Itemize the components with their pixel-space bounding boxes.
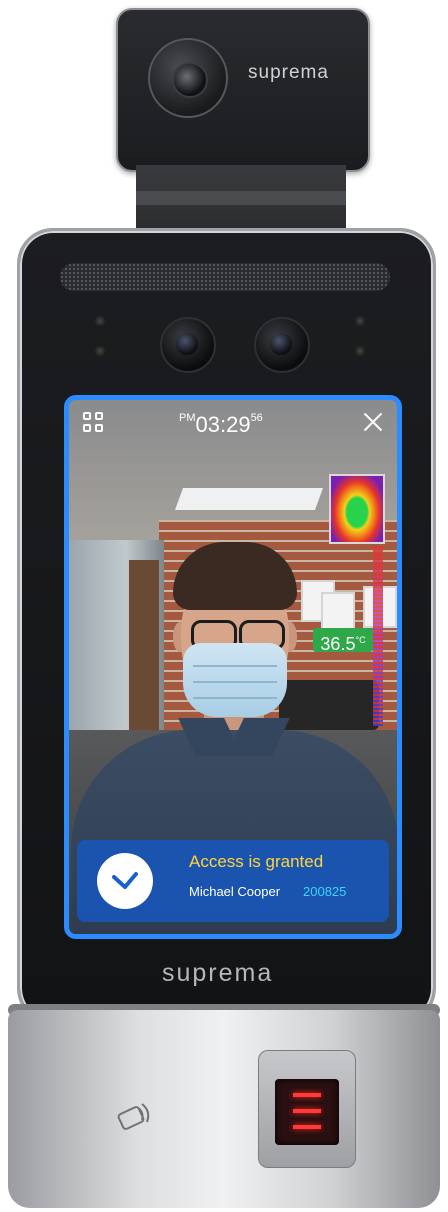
user-name: Michael Cooper (189, 884, 281, 899)
temperature-unit: °C (355, 635, 366, 645)
fingerprint-scanner[interactable] (258, 1050, 356, 1168)
close-icon[interactable] (363, 412, 383, 432)
thermal-image-preview (329, 474, 385, 544)
thermal-camera-lens (148, 38, 228, 118)
ir-led (354, 315, 366, 327)
person-face-mask (183, 643, 287, 717)
face-camera-lens-right (254, 317, 310, 373)
scene-door (129, 560, 159, 730)
ir-led (94, 315, 106, 327)
device-base (8, 1010, 440, 1208)
stem-stripe (136, 191, 346, 205)
temperature-badge: 36.5°C (313, 628, 373, 654)
check-icon (97, 853, 153, 909)
device-brand-logo: suprema (162, 959, 274, 987)
scene-ceiling-light (174, 488, 324, 510)
lens-core (172, 62, 208, 98)
temperature-scale (373, 546, 383, 726)
access-status: Access is granted (189, 852, 324, 871)
nfc-icon[interactable] (112, 1100, 154, 1138)
ir-led (94, 345, 106, 357)
terminal-device: PM03:2956 36.5°C Access is granted Micha… (17, 228, 436, 1024)
user-id: 200825 (303, 884, 347, 899)
device-screen[interactable]: PM03:2956 36.5°C Access is granted Micha… (64, 395, 402, 939)
clock: PM03:2956 (179, 412, 263, 438)
menu-icon[interactable] (83, 412, 105, 434)
fingerprint-sensor[interactable] (275, 1079, 339, 1145)
screen-top-bar: PM03:2956 (69, 400, 397, 438)
access-result-card: Access is granted Michael Cooper 200825 (77, 840, 389, 922)
clock-time: 03:29 (195, 412, 251, 437)
camera-mount-stem (136, 165, 346, 237)
camera-brand-logo: suprema (248, 62, 329, 83)
thermal-camera-module: suprema (116, 8, 370, 172)
face-camera-lens-left (160, 317, 216, 373)
temperature-value: 36.5 (320, 634, 356, 654)
scene-sofa (279, 680, 379, 730)
speaker-grille (60, 263, 390, 291)
clock-ampm: PM (179, 412, 196, 424)
ir-led (354, 345, 366, 357)
clock-seconds: 56 (250, 412, 263, 424)
